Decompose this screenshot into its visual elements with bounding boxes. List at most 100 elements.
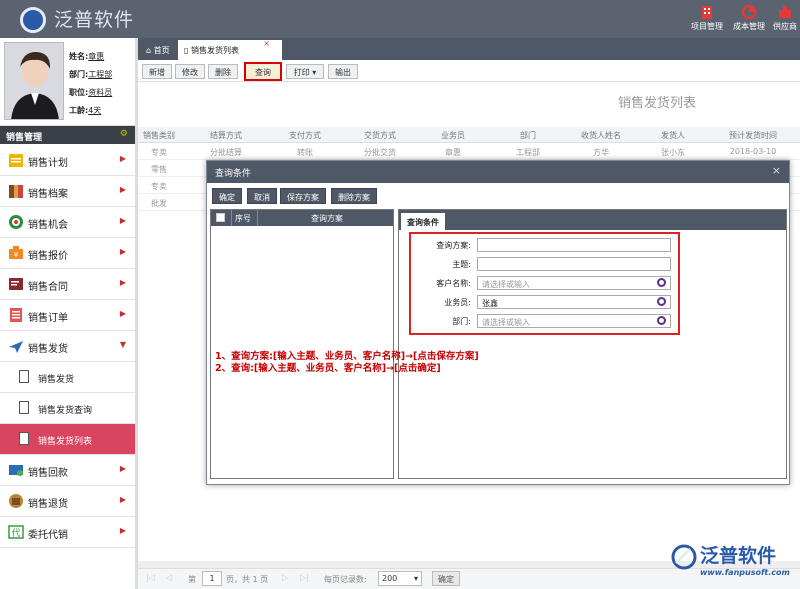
- chevron-down-icon: ▾: [413, 574, 418, 583]
- submenu-sales-delivery-query[interactable]: 销售发货查询: [0, 393, 136, 424]
- column-header[interactable]: 业务员: [418, 130, 488, 141]
- query-button[interactable]: 查询: [244, 62, 282, 81]
- menu-item-sales-return[interactable]: 销售退货 ▶: [0, 486, 136, 517]
- table-row[interactable]: 专卖 分批结算 转账 分批交货 章惠 工程部 方华 张小东 2018-03-10: [138, 144, 800, 160]
- table-cell: 分批交货: [364, 148, 396, 157]
- ok-button[interactable]: 确定: [212, 188, 242, 204]
- avatar-image: [5, 43, 63, 119]
- save-scheme-button[interactable]: 保存方案: [280, 188, 326, 204]
- price-tag-icon: ¥: [9, 246, 23, 259]
- contract-icon: [9, 278, 23, 290]
- menu-item-consignment[interactable]: 代委托代销 ▶: [0, 517, 136, 548]
- tab-query-conditions[interactable]: 查询条件: [401, 213, 445, 230]
- sidebar-divider: [135, 38, 138, 589]
- chevron-right-icon: ▶: [119, 309, 126, 318]
- column-header[interactable]: 支付方式: [270, 130, 340, 141]
- page-number-input[interactable]: 1: [202, 571, 222, 586]
- menu-item-sales-archive[interactable]: 销售档案 ▶: [0, 176, 136, 207]
- column-header[interactable]: 收货人姓名: [566, 130, 636, 141]
- department-input[interactable]: 请选择或输入: [477, 314, 671, 328]
- search-icon[interactable]: [657, 278, 666, 287]
- export-button[interactable]: 输出: [328, 64, 358, 79]
- table-cell: 方华: [593, 148, 609, 157]
- chevron-down-icon: ▼: [119, 340, 126, 349]
- menu-item-sales-payment[interactable]: 销售回款 ▶: [0, 455, 136, 486]
- logo-text: 泛普软件: [54, 9, 135, 31]
- delete-button[interactable]: 删除: [208, 64, 238, 79]
- watermark: 泛普软件 www.fanpusoft.com: [670, 541, 796, 581]
- tab-sales-delivery-list[interactable]: ▯ 销售发货列表 ×: [178, 39, 282, 60]
- select-all-checkbox[interactable]: [216, 213, 225, 222]
- query-dialog: 查询条件 × 确定 取消 保存方案 删除方案 序号 查询方案 查询条件 查询方案…: [206, 160, 790, 485]
- print-button[interactable]: 打印 ▾: [286, 64, 324, 79]
- chevron-right-icon: ▶: [119, 464, 126, 473]
- close-tab-icon[interactable]: ×: [263, 39, 270, 48]
- page-size-select[interactable]: 200 ▾: [378, 571, 422, 586]
- chevron-right-icon: ▶: [119, 526, 126, 535]
- column-header: 查询方案: [311, 214, 343, 223]
- column-header[interactable]: 交货方式: [345, 130, 415, 141]
- table-cell: 专卖: [151, 182, 167, 191]
- watermark-text: 泛普软件: [700, 545, 777, 567]
- menu-item-sales-opportunity[interactable]: 销售机会 ▶: [0, 207, 136, 238]
- add-button[interactable]: 新增: [142, 64, 172, 79]
- instruction-annotation: 1、查询方案:[输入主题、业务员、客户名称]→[点击保存方案] 2、查询:[输入…: [215, 351, 479, 375]
- submenu-sales-delivery[interactable]: 销售发货: [0, 362, 136, 393]
- close-icon[interactable]: ×: [772, 164, 781, 177]
- nav-supplier[interactable]: 供应商: [762, 2, 800, 38]
- supplier-icon: [779, 6, 791, 18]
- watermark-logo-icon: [671, 544, 697, 570]
- next-page-icon[interactable]: ▷: [282, 573, 288, 582]
- menu-item-sales-plan[interactable]: 销售计划 ▶: [0, 145, 136, 176]
- table-cell: 零售: [151, 165, 167, 174]
- top-bar: 泛普软件 项目管理 成本管理 供应商: [0, 0, 800, 38]
- scheme-list-header: 序号 查询方案: [211, 210, 393, 226]
- column-header[interactable]: 销售类别: [124, 130, 194, 141]
- last-page-icon[interactable]: ▷|: [300, 573, 309, 582]
- chevron-down-icon: ▾: [312, 68, 317, 77]
- profile-tenure: 工龄:4天: [69, 106, 102, 115]
- prev-page-icon[interactable]: ◁: [166, 573, 172, 582]
- column-header[interactable]: 部门: [493, 130, 563, 141]
- calendar-icon: [9, 154, 23, 167]
- query-scheme-input[interactable]: [477, 238, 671, 252]
- payment-card-icon: [9, 465, 23, 476]
- annotation-line: 1、查询方案:[输入主题、业务员、客户名称]→[点击保存方案]: [215, 351, 479, 362]
- submenu-sales-delivery-list[interactable]: 销售发货列表: [0, 424, 136, 455]
- menu-item-sales-contract[interactable]: 销售合同 ▶: [0, 269, 136, 300]
- highlight-box: 查询方案: 主题: 客户名称: 请选择或输入 业务员: 张鑫 部门: 请选择或输…: [409, 232, 680, 335]
- dialog-header: 查询条件 ×: [207, 161, 789, 183]
- salesperson-input[interactable]: 张鑫: [477, 295, 671, 309]
- search-icon[interactable]: [657, 297, 666, 306]
- menu-item-sales-delivery[interactable]: 销售发货 ▼: [0, 331, 136, 362]
- user-profile: 姓名:章惠 部门:工程部 职位:资料员 工龄:4天: [0, 38, 136, 126]
- table-cell: 分批结算: [210, 148, 242, 157]
- dialog-title: 查询条件: [215, 169, 252, 179]
- column-header[interactable]: 预计发货时间: [713, 130, 793, 141]
- first-page-icon[interactable]: |◁: [146, 573, 155, 582]
- search-icon[interactable]: [657, 316, 666, 325]
- menu-item-sales-quote[interactable]: ¥ 销售报价 ▶: [0, 238, 136, 269]
- table-cell: 工程部: [516, 148, 540, 157]
- customer-name-input[interactable]: 请选择或输入: [477, 276, 671, 290]
- table-cell: 批发: [151, 199, 167, 208]
- subject-input[interactable]: [477, 257, 671, 271]
- svg-text:¥: ¥: [14, 251, 19, 259]
- pager-label: 每页记录数:: [324, 575, 367, 584]
- cancel-button[interactable]: 取消: [247, 188, 277, 204]
- edit-button[interactable]: 修改: [175, 64, 205, 79]
- tab-home[interactable]: ⌂ 首页: [140, 40, 176, 60]
- nav-project-management[interactable]: 项目管理: [684, 2, 730, 38]
- table-cell: 张小东: [661, 148, 685, 157]
- avatar: [4, 42, 64, 120]
- pager-label: 第: [188, 575, 196, 584]
- field-label: 主题:: [452, 260, 471, 269]
- watermark-url: www.fanpusoft.com: [700, 568, 790, 577]
- pager-ok-button[interactable]: 确定: [432, 571, 460, 586]
- menu-item-sales-order[interactable]: 销售订单 ▶: [0, 300, 136, 331]
- column-header[interactable]: 结算方式: [191, 130, 261, 141]
- column-header[interactable]: 发货人: [638, 130, 708, 141]
- page-title: 销售发货列表: [618, 96, 697, 111]
- delete-scheme-button[interactable]: 删除方案: [331, 188, 377, 204]
- conditions-tab-bar: 查询条件: [399, 210, 786, 230]
